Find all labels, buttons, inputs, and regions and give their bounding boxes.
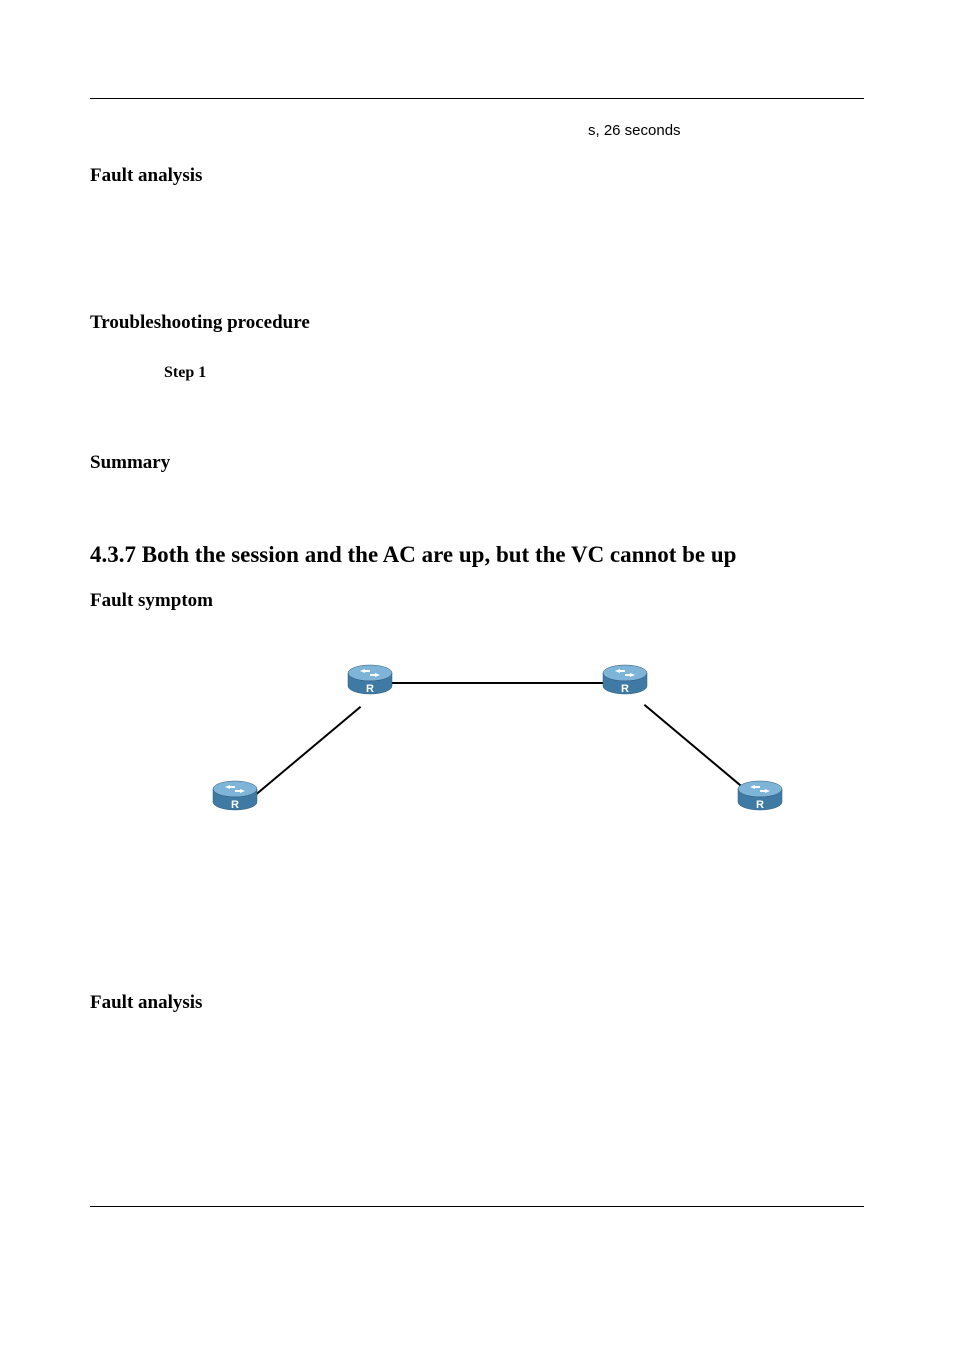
router-top-left: R <box>345 664 395 698</box>
svg-text:R: R <box>366 683 374 695</box>
svg-text:R: R <box>621 683 629 695</box>
heading-troubleshooting: Troubleshooting procedure <box>90 312 864 334</box>
svg-text:R: R <box>756 799 764 811</box>
heading-summary: Summary <box>90 452 864 474</box>
header-rule <box>90 98 864 99</box>
step-row: Step 1 <box>164 364 864 382</box>
heading-fault-symptom: Fault symptom <box>90 590 864 612</box>
heading-fault-analysis-2: Fault analysis <box>90 992 864 1014</box>
heading-fault-analysis-1: Fault analysis <box>90 165 864 187</box>
router-bottom-right: R <box>735 780 785 814</box>
network-diagram: R R R <box>90 642 864 872</box>
link-left <box>255 706 361 795</box>
router-bottom-left: R <box>210 780 260 814</box>
section-heading: 4.3.7 Both the session and the AC are up… <box>90 542 864 568</box>
footer-rule <box>90 1206 864 1207</box>
router-top-right: R <box>600 664 650 698</box>
svg-text:R: R <box>231 799 239 811</box>
step-label: Step 1 <box>164 364 206 381</box>
link-top <box>390 682 615 684</box>
page-content: s, 26 seconds Fault analysis Troubleshoo… <box>0 0 954 1104</box>
code-fragment: s, 26 seconds <box>588 122 864 139</box>
